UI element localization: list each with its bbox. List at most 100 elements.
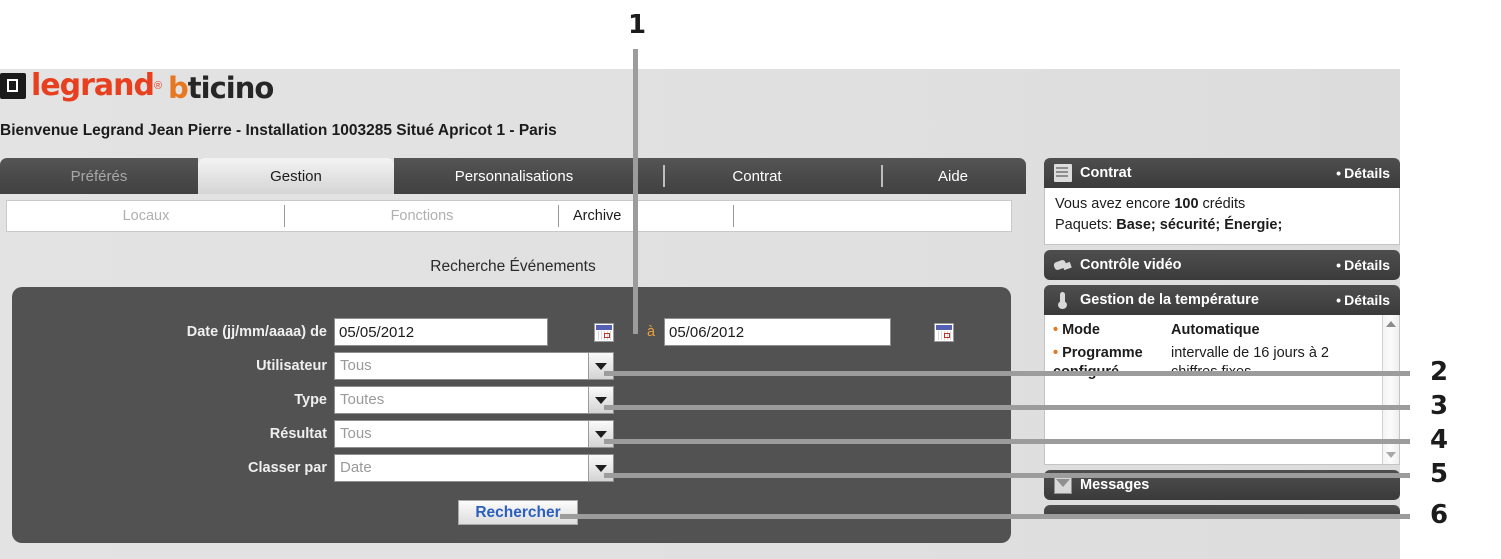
packages-label: Paquets: bbox=[1055, 217, 1117, 233]
bticino-logo: bticino bbox=[168, 71, 275, 105]
subtab-label: Fonctions bbox=[390, 208, 454, 224]
classer-par-label: Classer par bbox=[248, 460, 327, 476]
tab-label: Personnalisations bbox=[454, 167, 574, 185]
panel-header-video[interactable]: Contrôle vidéo • Détails bbox=[1044, 250, 1400, 280]
tab-personnalisations[interactable]: Personnalisations bbox=[394, 158, 634, 194]
video-camera-icon bbox=[1054, 256, 1072, 274]
callout-4: 4 bbox=[1430, 425, 1449, 455]
subtab-archive[interactable]: Archive bbox=[559, 201, 734, 231]
tab-separator bbox=[663, 165, 665, 187]
panel-body-contrat: Vous avez encore 100 crédits Paquets: Ba… bbox=[1044, 188, 1400, 245]
select-value: Tous bbox=[340, 425, 372, 442]
top-margin bbox=[0, 0, 1501, 69]
subtab-locaux[interactable]: Locaux bbox=[7, 201, 285, 231]
subtab-fonctions[interactable]: Fonctions bbox=[285, 201, 559, 231]
callout-leader-6 bbox=[560, 514, 1410, 519]
registered-icon: ® bbox=[153, 80, 163, 92]
panel-contrat: Contrat • Détails Vous avez encore 100 cr… bbox=[1044, 158, 1400, 245]
panel-header-temperature[interactable]: Gestion de la température • Détails bbox=[1044, 285, 1400, 315]
tab-aide[interactable]: Aide bbox=[880, 158, 1026, 194]
page-title: Recherche Événements bbox=[430, 258, 596, 275]
bticino-rest: ticino bbox=[187, 71, 275, 105]
bullet-icon: • bbox=[1336, 257, 1342, 273]
sub-tabbar: Locaux Fonctions Archive bbox=[6, 200, 1012, 232]
tab-separator bbox=[881, 165, 883, 187]
select-value: Toutes bbox=[340, 391, 385, 408]
callout-leader-3 bbox=[604, 405, 1410, 410]
tab-preferes[interactable]: Préférés bbox=[0, 158, 198, 194]
date-from-input[interactable] bbox=[334, 318, 548, 346]
details-link-contrat[interactable]: • Détails bbox=[1336, 165, 1390, 181]
legrand-wordmark: legrand bbox=[31, 68, 155, 103]
panel-title: Gestion de la température bbox=[1080, 292, 1259, 308]
bullet-icon: • bbox=[1336, 292, 1342, 308]
calendar-icon[interactable] bbox=[594, 323, 614, 342]
credits-post: crédits bbox=[1198, 196, 1246, 212]
form-row-date: Date (jj/mm/aaaa) de à bbox=[12, 318, 1011, 346]
main-tabbar: Préférés Gestion Personnalisations Contr… bbox=[0, 158, 1026, 194]
callout-1: 1 bbox=[628, 10, 647, 40]
date-to-input[interactable] bbox=[664, 318, 891, 346]
envelope-icon bbox=[1054, 476, 1072, 494]
select-value: Tous bbox=[340, 357, 372, 374]
details-label: Détails bbox=[1344, 257, 1390, 273]
classer-par-select[interactable]: Date bbox=[334, 454, 614, 482]
temp-key: • Mode bbox=[1053, 321, 1171, 340]
legrand-mark-icon bbox=[0, 73, 26, 99]
scroll-down-icon[interactable] bbox=[1386, 452, 1396, 458]
search-button[interactable]: Rechercher bbox=[458, 500, 578, 525]
callout-leader-4 bbox=[604, 439, 1410, 444]
panel-title: Contrat bbox=[1080, 165, 1132, 181]
type-label: Type bbox=[294, 392, 327, 408]
bullet-icon: • bbox=[1053, 345, 1059, 361]
tab-label: Contrat bbox=[732, 167, 782, 185]
details-link-video[interactable]: • Détails bbox=[1336, 257, 1390, 273]
packages-value: Base; sécurité; Énergie; bbox=[1116, 217, 1283, 233]
panel-title: Contrôle vidéo bbox=[1080, 257, 1182, 273]
callout-leader-2 bbox=[604, 371, 1410, 376]
welcome-line: Bienvenue Legrand Jean Pierre - Installa… bbox=[0, 122, 557, 139]
utilisateur-select[interactable]: Tous bbox=[334, 352, 614, 380]
callout-5: 5 bbox=[1430, 459, 1449, 489]
select-value: Date bbox=[340, 459, 372, 476]
document-icon bbox=[1054, 164, 1072, 182]
panel-header-contrat[interactable]: Contrat • Détails bbox=[1044, 158, 1400, 188]
panel-title: Messages bbox=[1080, 477, 1150, 493]
callout-3: 3 bbox=[1430, 391, 1449, 421]
credits-line: Vous avez encore 100 crédits bbox=[1055, 194, 1389, 215]
bticino-b: b bbox=[168, 71, 189, 105]
utilisateur-label: Utilisateur bbox=[256, 358, 327, 374]
date-to-prefix-label: à bbox=[647, 324, 656, 340]
type-select[interactable]: Toutes bbox=[334, 386, 614, 414]
temp-key-label: Mode bbox=[1062, 322, 1100, 338]
resultat-label: Résultat bbox=[269, 426, 327, 442]
subtab-label: Archive bbox=[573, 208, 622, 224]
list-item: • Mode Automatique bbox=[1053, 321, 1374, 340]
temp-value: intervalle de 16 jours à 2 chiffres fixe… bbox=[1171, 345, 1329, 380]
date-label: Date (jj/mm/aaaa) de bbox=[186, 324, 327, 340]
brand-logos: legrand ® bticino bbox=[0, 70, 420, 112]
tab-gestion[interactable]: Gestion bbox=[198, 158, 394, 194]
resultat-select[interactable]: Tous bbox=[334, 420, 614, 448]
tab-label: Aide bbox=[937, 167, 969, 185]
screenshot-root: legrand ® bticino Bienvenue Legrand Jean… bbox=[0, 0, 1501, 559]
tab-contrat[interactable]: Contrat bbox=[634, 158, 880, 194]
list-item: •Programme configuré intervalle de 16 jo… bbox=[1053, 344, 1374, 382]
right-margin bbox=[1400, 0, 1501, 559]
bullet-icon: • bbox=[1336, 165, 1342, 181]
calendar-icon[interactable] bbox=[934, 323, 954, 342]
callout-leader-5 bbox=[604, 473, 1410, 478]
tab-label: Gestion bbox=[270, 167, 322, 185]
temp-value: Automatique bbox=[1171, 322, 1260, 338]
subtab-empty[interactable] bbox=[734, 201, 1009, 231]
search-form-panel: Date (jj/mm/aaaa) de à Utilisateur Tous bbox=[12, 287, 1011, 543]
panel-controle-video: Contrôle vidéo • Détails bbox=[1044, 250, 1400, 280]
callout-leader-1 bbox=[633, 49, 638, 334]
details-label: Détails bbox=[1344, 165, 1390, 181]
subtab-label: Locaux bbox=[122, 208, 170, 224]
credits-value: 100 bbox=[1174, 196, 1199, 212]
bullet-icon: • bbox=[1053, 322, 1059, 338]
scroll-up-icon[interactable] bbox=[1386, 321, 1396, 327]
details-link-temperature[interactable]: • Détails bbox=[1336, 292, 1390, 308]
right-sidebar: Contrat • Détails Vous avez encore 100 cr… bbox=[1044, 158, 1400, 524]
